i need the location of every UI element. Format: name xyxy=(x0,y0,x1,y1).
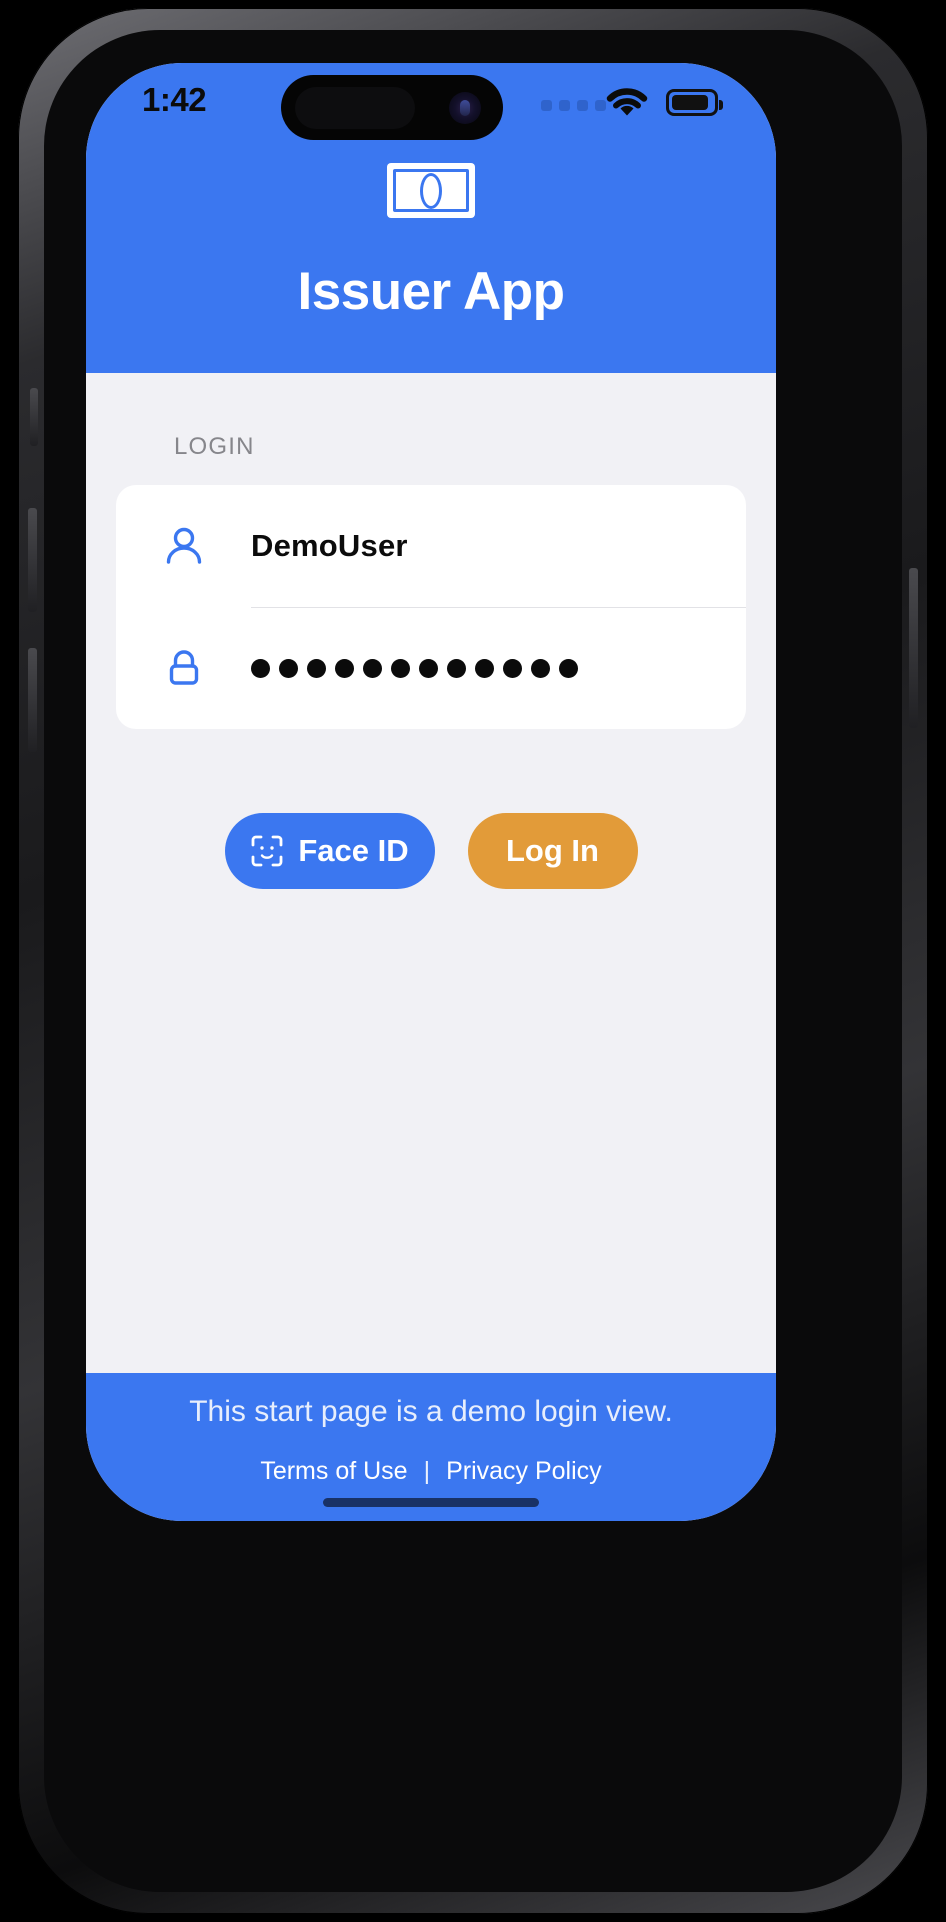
app-footer: This start page is a demo login view. Te… xyxy=(86,1373,776,1521)
person-icon xyxy=(116,524,251,568)
log-in-button-label: Log In xyxy=(506,833,599,868)
username-field-row[interactable]: DemoUser xyxy=(116,485,746,607)
face-id-button[interactable]: Face ID xyxy=(224,813,435,889)
log-in-button[interactable]: Log In xyxy=(467,813,638,889)
footer-note: This start page is a demo login view. xyxy=(189,1395,673,1428)
signal-dots-icon xyxy=(541,100,606,111)
phone-mockup: 1:42 Issuer App LOGIN DemoUser Face ID L… xyxy=(0,0,946,1922)
face-id-icon xyxy=(250,834,284,868)
device-bezel: 1:42 Issuer App LOGIN DemoUser Face ID L… xyxy=(44,30,902,1892)
footer-link-separator: | xyxy=(423,1457,431,1485)
login-form-card: DemoUser xyxy=(116,485,746,729)
main-content: LOGIN DemoUser Face ID Log In xyxy=(86,373,776,1373)
wifi-icon xyxy=(606,86,648,118)
dynamic-island xyxy=(281,75,503,140)
app-header: 1:42 Issuer App xyxy=(86,63,776,373)
home-indicator[interactable] xyxy=(323,1498,539,1507)
device-frame: 1:42 Issuer App LOGIN DemoUser Face ID L… xyxy=(18,8,928,1914)
terms-of-use-link[interactable]: Terms of Use xyxy=(260,1457,407,1486)
power-button[interactable] xyxy=(909,568,918,728)
auth-button-row: Face ID Log In xyxy=(86,813,776,889)
login-section-label: LOGIN xyxy=(174,433,255,460)
volume-up-button[interactable] xyxy=(28,508,37,612)
password-field-row[interactable] xyxy=(116,607,746,729)
status-time: 1:42 xyxy=(142,81,207,118)
page-title: Issuer App xyxy=(297,262,565,321)
username-input[interactable]: DemoUser xyxy=(251,528,408,564)
banknote-icon xyxy=(387,163,475,218)
app-logo xyxy=(86,163,776,218)
privacy-policy-link[interactable]: Privacy Policy xyxy=(446,1457,602,1486)
face-id-button-label: Face ID xyxy=(298,833,409,868)
password-input[interactable] xyxy=(251,658,578,678)
battery-full-icon xyxy=(666,89,723,116)
volume-down-button[interactable] xyxy=(28,648,37,752)
front-camera-icon xyxy=(449,92,481,124)
silent-switch[interactable] xyxy=(30,388,38,446)
lock-icon xyxy=(116,646,251,690)
dynamic-island-pill xyxy=(295,87,415,129)
phone-screen: 1:42 Issuer App LOGIN DemoUser Face ID L… xyxy=(86,63,776,1521)
footer-links: Terms of Use | Privacy Policy xyxy=(86,1457,776,1486)
status-bar: 1:42 xyxy=(86,63,776,140)
